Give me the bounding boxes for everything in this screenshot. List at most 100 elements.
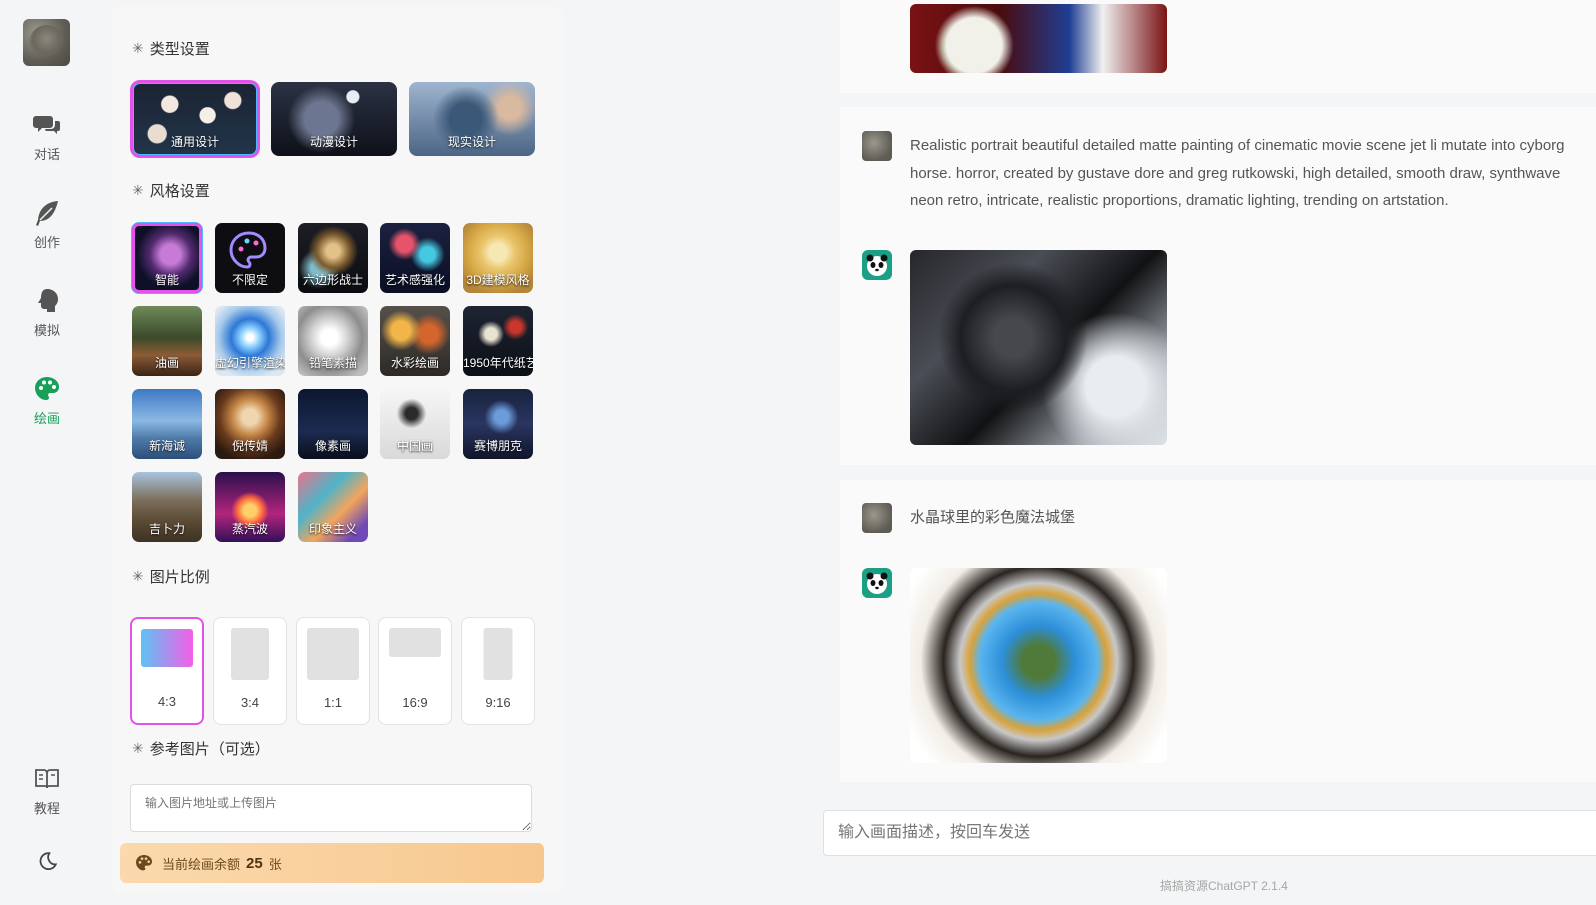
style-card-watercolor[interactable]: 水彩绘画 [380, 306, 450, 376]
ratio-shape [231, 628, 269, 680]
style-card-label: 像素画 [314, 439, 351, 453]
style-card-label: 赛博朋克 [473, 439, 522, 453]
style-card-label: 吉卜力 [148, 522, 185, 536]
type-card-label: 现实设计 [447, 135, 496, 149]
ratio-option-16-9[interactable]: 16:9 [378, 617, 452, 725]
ratio-option-3-4[interactable]: 3:4 [213, 617, 287, 725]
chat-bubbles-icon [33, 116, 60, 134]
user-avatar[interactable] [23, 19, 70, 66]
generated-image-crystal-castle[interactable] [910, 568, 1167, 763]
style-card-label: 虚幻引擎渲染 [215, 356, 285, 370]
ratio-settings-title: ✳ 图片比例 [132, 566, 210, 587]
style-card-impressionism[interactable]: 印象主义 [298, 472, 368, 542]
user-avatar [862, 131, 892, 161]
style-card-oil-painting[interactable]: 油画 [132, 306, 202, 376]
type-card-label: 通用设计 [170, 135, 219, 149]
style-card-chinese-painting[interactable]: 中国画 [380, 389, 450, 459]
style-card-3d-model[interactable]: 3D建模风格 [463, 223, 533, 293]
style-card-label: 蒸汽波 [231, 522, 268, 536]
reference-image-input[interactable] [130, 784, 532, 832]
style-card-unlimited[interactable]: 不限定 [215, 223, 285, 293]
style-card-vaporwave[interactable]: 蒸汽波 [215, 472, 285, 542]
left-nav: 对话 创作 模拟 绘画 教程 [0, 0, 94, 905]
style-card-unreal-render[interactable]: 虚幻引擎渲染 [215, 306, 285, 376]
nav-label-create: 创作 [33, 235, 60, 250]
nav-label-chat: 对话 [33, 147, 60, 162]
nav-label-tutorial: 教程 [33, 801, 60, 816]
style-card-cyberpunk[interactable]: 赛博朋克 [463, 389, 533, 459]
style-card-label: 倪传婧 [231, 439, 268, 453]
asterisk-icon: ✳ [132, 740, 144, 756]
asterisk-icon: ✳ [132, 40, 144, 56]
style-card-label: 中国画 [396, 439, 433, 453]
feather-icon [36, 201, 58, 226]
style-card-pixel-art[interactable]: 像素画 [298, 389, 368, 459]
ratio-option-1-1[interactable]: 1:1 [296, 617, 370, 725]
user-message-text: 水晶球里的彩色魔法城堡 [910, 509, 1076, 526]
nav-label-simulate: 模拟 [33, 323, 60, 338]
nav-item-create[interactable]: 创作 [0, 198, 94, 251]
generated-image-cyborg-horse[interactable] [910, 250, 1167, 445]
style-card-label: 六边形战士 [302, 273, 363, 287]
nav-item-chat[interactable]: 对话 [0, 110, 94, 163]
theme-toggle[interactable] [0, 850, 94, 874]
style-card-shinkai[interactable]: 新海诚 [132, 389, 202, 459]
asterisk-icon: ✳ [132, 182, 144, 198]
nav-item-tutorial[interactable]: 教程 [0, 764, 94, 817]
ratio-option-4-3[interactable]: 4:3 [130, 617, 204, 725]
footer-version: 搞搞资源ChatGPT 2.1.4 [1160, 879, 1288, 893]
style-card-ghibli[interactable]: 吉卜力 [132, 472, 202, 542]
type-card-general[interactable]: 通用设计 [130, 80, 260, 158]
head-icon [38, 289, 58, 312]
style-card-label: 1950年代纸艺 [463, 356, 533, 370]
style-card-label: 不限定 [231, 273, 268, 287]
style-card-label: 水彩绘画 [390, 356, 439, 370]
draw-settings-panel: ✳ 类型设置 通用设计 动漫设计 现实设计 ✳ 风格设置 智能 不限定 六边形战… [112, 6, 563, 894]
ratio-shape [389, 628, 441, 657]
style-card-1950s-paper[interactable]: 1950年代纸艺 [463, 306, 533, 376]
panda-avatar-icon [862, 250, 892, 280]
ratio-label: 9:16 [485, 695, 511, 710]
style-card-ni-chuanjing[interactable]: 倪传婧 [215, 389, 285, 459]
palette-icon [136, 855, 152, 871]
asterisk-icon: ✳ [132, 568, 144, 584]
style-card-label: 铅笔素描 [308, 356, 357, 370]
style-card-art-enhance[interactable]: 艺术感强化 [380, 223, 450, 293]
user-avatar [862, 503, 892, 533]
style-card-label: 新海诚 [148, 439, 185, 453]
ratio-label: 1:1 [323, 695, 343, 710]
type-card-label: 动漫设计 [309, 135, 358, 149]
panda-avatar-icon [862, 568, 892, 598]
style-settings-title: ✳ 风格设置 [132, 180, 210, 201]
style-card-hexagon-warrior[interactable]: 六边形战士 [298, 223, 368, 293]
style-card-label: 智能 [154, 273, 179, 287]
user-message-text: Realistic portrait beautiful detailed ma… [910, 137, 1565, 209]
quota-value: 25 [246, 854, 263, 872]
quota-prefix: 当前绘画余额 [162, 856, 241, 872]
ratio-shape [483, 628, 513, 680]
ratio-label: 4:3 [157, 694, 177, 709]
moon-icon [39, 852, 58, 871]
ratio-settings-label: 图片比例 [149, 569, 210, 586]
ratio-label: 16:9 [402, 695, 428, 710]
generated-image-food[interactable] [910, 4, 1167, 73]
reference-image-title: ✳ 参考图片（可选） [132, 738, 270, 759]
style-card-smart[interactable]: 智能 [132, 223, 202, 293]
nav-item-draw[interactable]: 绘画 [0, 374, 94, 427]
type-card-anime[interactable]: 动漫设计 [271, 82, 397, 156]
palette-icon [35, 377, 59, 400]
style-card-label: 艺术感强化 [384, 273, 445, 287]
nav-item-simulate[interactable]: 模拟 [0, 286, 94, 339]
ratio-option-9-16[interactable]: 9:16 [461, 617, 535, 725]
style-card-pencil-sketch[interactable]: 铅笔素描 [298, 306, 368, 376]
ratio-shape [307, 628, 359, 680]
type-card-realistic[interactable]: 现实设计 [409, 82, 535, 156]
quota-unit: 张 [268, 856, 282, 872]
type-settings-label: 类型设置 [149, 41, 210, 58]
draw-quota-bar: 当前绘画余额 25 张 [120, 843, 544, 883]
prompt-input[interactable]: 输入画面描述，按回车发送 [823, 810, 1596, 856]
book-icon [35, 769, 59, 789]
type-settings-title: ✳ 类型设置 [132, 38, 210, 59]
reference-image-label: 参考图片（可选） [149, 741, 270, 758]
style-settings-label: 风格设置 [149, 183, 210, 200]
